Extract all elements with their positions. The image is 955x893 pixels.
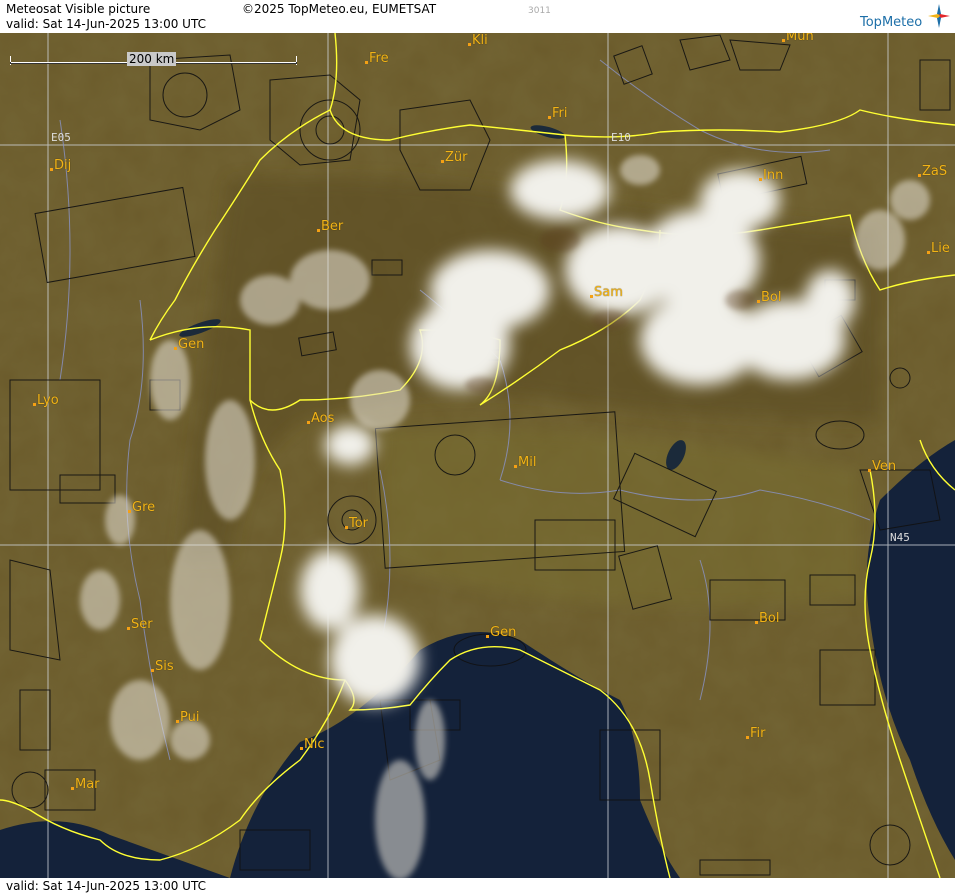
satellite-image[interactable] <box>0 33 955 878</box>
city-tor[interactable]: Tor <box>345 516 368 531</box>
city-fre[interactable]: Fre <box>365 51 389 66</box>
city-gen-west[interactable]: Gen <box>174 337 204 352</box>
city-ber[interactable]: Ber <box>317 219 343 234</box>
longitude-label-e10: E10 <box>611 131 631 144</box>
map-title: Meteosat Visible picture <box>6 2 151 16</box>
city-gen-south[interactable]: Gen <box>486 625 516 640</box>
longitude-label-e05: E05 <box>51 131 71 144</box>
city-ven[interactable]: Ven <box>868 459 896 474</box>
copyright: ©2025 TopMeteo.eu, EUMETSAT <box>242 2 437 16</box>
valid-time: valid: Sat 14-Jun-2025 13:00 UTC <box>6 17 206 31</box>
city-inn[interactable]: Inn <box>759 168 783 183</box>
city-ser[interactable]: Ser <box>127 617 153 632</box>
city-nic[interactable]: Nic <box>300 737 324 752</box>
satellite-map-frame: Meteosat Visible picture valid: Sat 14-J… <box>0 0 955 893</box>
city-dij[interactable]: Dij <box>50 158 71 173</box>
city-mil[interactable]: Mil <box>514 455 536 470</box>
city-lie[interactable]: Lie <box>927 241 950 256</box>
latitude-label-n45: N45 <box>890 531 910 544</box>
city-mar[interactable]: Mar <box>71 777 100 792</box>
city-lyo[interactable]: Lyo <box>33 393 59 408</box>
city-fir[interactable]: Fir <box>746 726 766 741</box>
scale-bar: 200 km <box>10 52 298 69</box>
map-canvas <box>0 33 955 878</box>
city-bol-south[interactable]: Bol <box>755 611 779 626</box>
scale-label: 200 km <box>127 52 177 66</box>
city-kli[interactable]: Kli <box>468 33 488 48</box>
city-zur[interactable]: Zür <box>441 150 468 165</box>
footer: valid: Sat 14-Jun-2025 13:00 UTC <box>0 878 955 893</box>
city-sis[interactable]: Sis <box>151 659 174 674</box>
city-sam[interactable]: Sam <box>590 285 623 300</box>
header: Meteosat Visible picture valid: Sat 14-J… <box>0 0 955 33</box>
logo-text: TopMeteo <box>860 15 923 30</box>
city-aos[interactable]: Aos <box>307 411 334 426</box>
city-fri[interactable]: Fri <box>548 106 568 121</box>
city-zas[interactable]: ZaS <box>918 164 947 179</box>
compass-icon <box>928 4 950 28</box>
city-gre[interactable]: Gre <box>128 500 155 515</box>
topmeteo-logo[interactable]: TopMeteo <box>860 4 952 30</box>
city-pui[interactable]: Pui <box>176 710 199 725</box>
footer-valid-time: valid: Sat 14-Jun-2025 13:00 UTC <box>6 879 206 893</box>
image-code: 3011 <box>528 6 551 16</box>
city-bol-north[interactable]: Bol <box>757 290 781 305</box>
